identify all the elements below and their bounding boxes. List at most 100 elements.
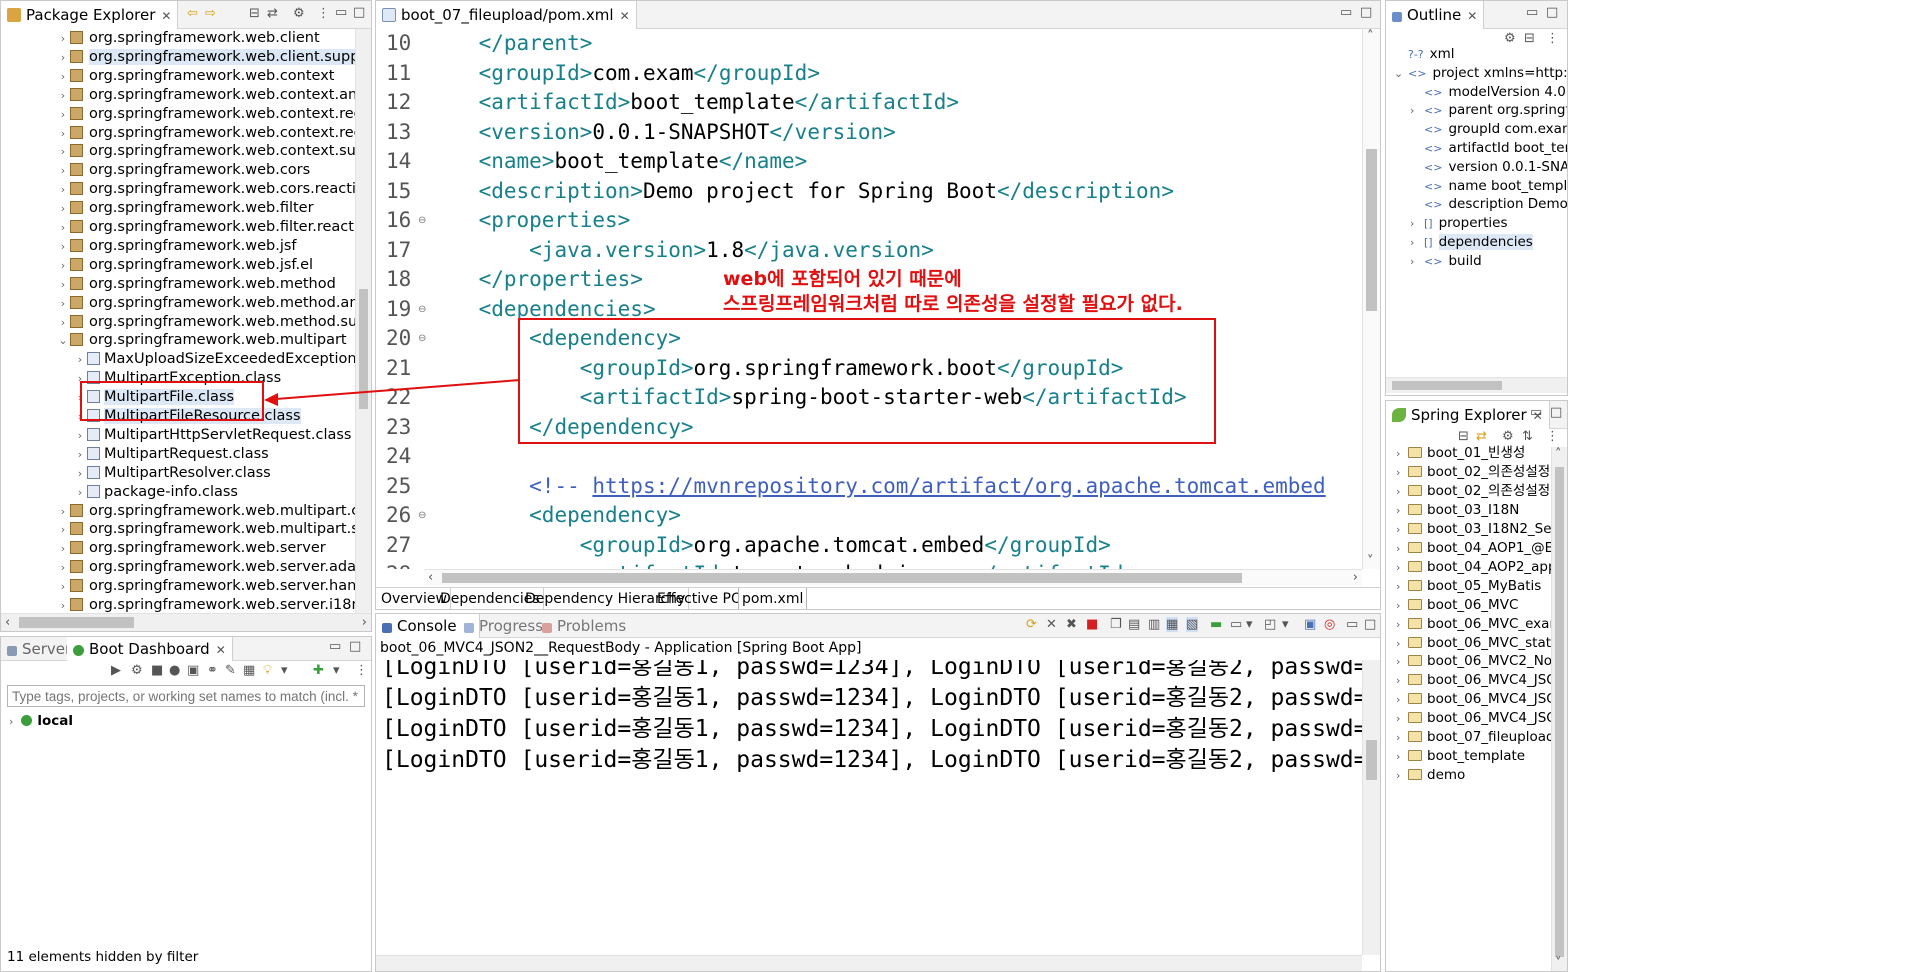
minimize-icon[interactable]: ▭	[1530, 405, 1542, 420]
spring-project-node[interactable]: › boot_05_MyBatis	[1396, 577, 1541, 596]
chevron-right-icon[interactable]: ›	[1396, 766, 1408, 785]
outline-label: build	[1448, 252, 1482, 269]
spring-project-node[interactable]: › boot_01_빈생성	[1396, 444, 1525, 463]
spring-project-node[interactable]: › boot_06_MVC4_JSON_	[1396, 671, 1568, 690]
chevron-right-icon[interactable]: ›	[1396, 558, 1408, 577]
project-label: boot_04_AOP1_@Enab	[1427, 539, 1568, 556]
project-label: boot_06_MVC4_JSON_	[1427, 672, 1568, 689]
chevron-right-icon[interactable]: ›	[1396, 520, 1408, 539]
outline-node[interactable]: ⌄<> project xmlns=http://mav	[1394, 64, 1568, 83]
scroll-down-icon[interactable]: ˅	[1555, 956, 1562, 971]
project-folder-icon	[1408, 560, 1422, 572]
outline-label: xml	[1429, 46, 1455, 62]
chevron-right-icon[interactable]: ›	[1396, 539, 1408, 558]
link-editor-icon[interactable]: ⇄	[1476, 429, 1487, 444]
project-label: boot_03_I18N2_Service	[1427, 520, 1567, 537]
chevron-right-icon[interactable]: ›	[1396, 463, 1408, 482]
chevron-right-icon[interactable]: ›	[1396, 596, 1408, 615]
outline-node[interactable]: <> groupId com.exam	[1410, 120, 1567, 139]
view-menu-icon[interactable]: ⋮	[1546, 429, 1559, 444]
xml-element-icon: <>	[1424, 142, 1443, 155]
outline-label: modelVersion 4.0.0	[1448, 83, 1568, 100]
chevron-right-icon[interactable]: ›	[1396, 501, 1408, 520]
scroll-thumb[interactable]	[1555, 467, 1564, 957]
scroll-thumb[interactable]	[1392, 381, 1502, 390]
project-label: boot_06_MVC2_Notice	[1427, 653, 1568, 670]
project-label: boot_06_MVC_static_re	[1427, 634, 1568, 651]
chevron-right-icon[interactable]: ›	[1410, 214, 1424, 233]
outline-node[interactable]: ›[] properties	[1410, 214, 1508, 233]
xml-element-icon: <>	[1424, 254, 1443, 268]
project-folder-icon	[1408, 769, 1422, 781]
outline-label: project xmlns=http://mav	[1432, 64, 1568, 81]
tab-spring-explorer[interactable]: Spring Explorer ✕	[1386, 401, 1550, 429]
chevron-right-icon[interactable]: ›	[1396, 690, 1408, 709]
chevron-right-icon[interactable]: ›	[1396, 615, 1408, 634]
maximize-icon[interactable]: □	[1550, 405, 1562, 420]
chevron-right-icon[interactable]: ›	[1396, 652, 1408, 671]
outline-node[interactable]: <> name boot_template	[1410, 177, 1567, 196]
xml-element-icon: <>	[1424, 85, 1443, 99]
outline-label: dependencies	[1438, 234, 1533, 250]
outline-node[interactable]: <> modelVersion 4.0.0	[1410, 83, 1568, 102]
chevron-right-icon[interactable]: ›	[1396, 747, 1408, 766]
view-menu-icon[interactable]: ⋮	[1546, 31, 1559, 46]
scroll-up-icon[interactable]: ˄	[1555, 447, 1562, 462]
chevron-right-icon[interactable]: ›	[1410, 101, 1424, 120]
chevron-down-icon[interactable]: ⌄	[1394, 64, 1408, 83]
spring-explorer-tabbar: Spring Explorer ✕ ▭ □	[1386, 401, 1567, 429]
spring-project-tree: › boot_01_빈생성 › boot_02_의존성설정1_ › boot_02_의존성…	[1386, 444, 1567, 971]
outline-node[interactable]: ›[] dependencies	[1410, 233, 1533, 252]
project-folder-icon	[1408, 465, 1422, 477]
spring-project-node[interactable]: › boot_06_MVC2_Notice	[1396, 652, 1568, 671]
spring-project-node[interactable]: › boot_06_MVC_static_re	[1396, 634, 1568, 653]
collapse-all-icon[interactable]: ⊟	[1524, 31, 1535, 46]
project-label: boot_06_MVC	[1427, 596, 1519, 613]
collapse-all-icon[interactable]: ⊟	[1458, 429, 1469, 444]
chevron-right-icon[interactable]: ›	[1396, 482, 1408, 501]
outline-node[interactable]: ›<> parent org.springfram	[1410, 101, 1567, 120]
close-icon[interactable]: ✕	[1467, 9, 1477, 23]
spring-project-node[interactable]: › boot_02_의존성설정2_	[1396, 482, 1566, 501]
chevron-right-icon[interactable]: ›	[1396, 577, 1408, 596]
outline-node[interactable]: › <> build	[1410, 252, 1482, 271]
chevron-right-icon[interactable]: ›	[1396, 709, 1408, 728]
minimize-icon[interactable]: ▭	[1526, 5, 1538, 20]
sort-icon[interactable]: ⇅	[1522, 429, 1533, 444]
spring-project-node[interactable]: › boot_06_MVC4_JSON2	[1396, 690, 1567, 709]
outline-node[interactable]: <> artifactId boot_templa	[1410, 139, 1567, 158]
project-label: demo	[1427, 767, 1466, 784]
spring-project-node[interactable]: › boot_07_fileupload	[1396, 728, 1555, 747]
spring-project-node[interactable]: › boot_06_MVC4_JSON3	[1396, 709, 1567, 728]
project-folder-icon	[1408, 503, 1422, 515]
tab-outline[interactable]: Outline ✕	[1386, 1, 1485, 29]
maximize-icon[interactable]: □	[1546, 5, 1558, 20]
outline-node[interactable]: <> version 0.0.1-SNAPSH	[1410, 158, 1567, 177]
spring-project-node[interactable]: › boot_02_의존성설정1_	[1396, 463, 1566, 482]
project-label: boot_02_의존성설정1_	[1427, 463, 1566, 480]
spring-project-node[interactable]: › boot_04_AOP1_@Enab	[1396, 539, 1568, 558]
chevron-right-icon[interactable]: ›	[1410, 252, 1424, 271]
chevron-right-icon[interactable]: ›	[1396, 671, 1408, 690]
spring-project-node[interactable]: › boot_06_MVC	[1396, 596, 1518, 615]
project-folder-icon	[1408, 598, 1422, 610]
spring-explorer-vscrollbar[interactable]: ˄ ˅	[1551, 447, 1567, 971]
outline-node[interactable]: <> description Demo pro	[1410, 195, 1567, 214]
chevron-right-icon[interactable]: ›	[1410, 233, 1424, 252]
outline-filter-icon[interactable]: ⚙	[1504, 31, 1516, 46]
outline-node[interactable]: ?-? xml	[1394, 45, 1455, 64]
chevron-right-icon[interactable]: ›	[1396, 728, 1408, 747]
outline-hscrollbar[interactable]	[1386, 377, 1567, 393]
spring-project-node[interactable]: › boot_03_I18N2_Service	[1396, 520, 1567, 539]
spring-project-node[interactable]: › boot_04_AOP2_applica	[1396, 558, 1567, 577]
spring-project-node[interactable]: › boot_06_MVC_exam	[1396, 615, 1563, 634]
spring-project-node[interactable]: › boot_template	[1396, 747, 1525, 766]
chevron-right-icon[interactable]: ›	[1396, 634, 1408, 653]
project-folder-icon	[1408, 617, 1422, 629]
project-label: boot_06_MVC_exam	[1427, 615, 1563, 632]
spring-project-node[interactable]: › boot_03_I18N	[1396, 501, 1519, 520]
outline-label: properties	[1438, 215, 1508, 232]
chevron-right-icon[interactable]: ›	[1396, 444, 1408, 463]
spring-project-node[interactable]: › demo	[1396, 766, 1465, 785]
filter-icon[interactable]: ⚙	[1502, 429, 1514, 444]
